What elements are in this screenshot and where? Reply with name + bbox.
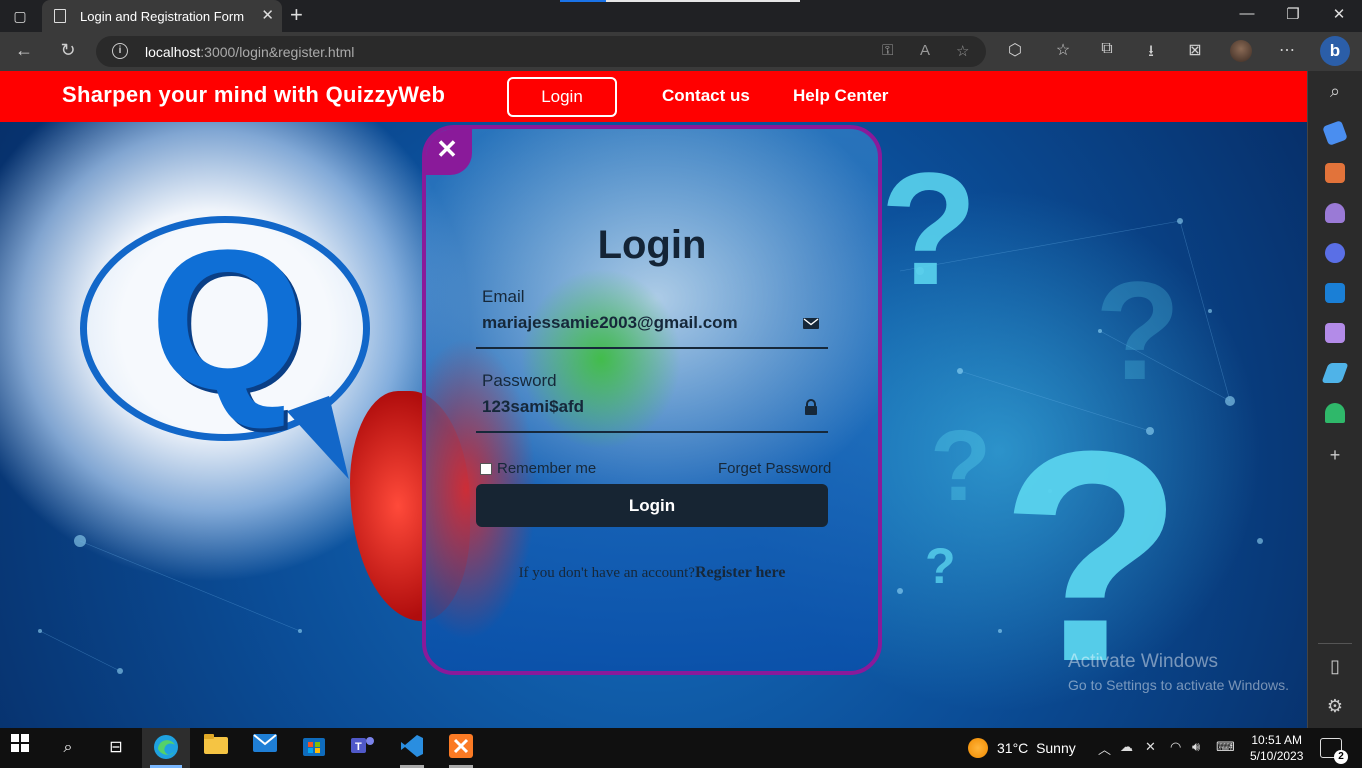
password-field[interactable]: Password bbox=[476, 371, 828, 433]
page-icon bbox=[54, 9, 66, 23]
outlook-icon[interactable] bbox=[1325, 283, 1345, 303]
register-prompt-text: If you don't have an account? bbox=[518, 565, 695, 581]
password-input[interactable] bbox=[482, 395, 792, 419]
close-window-icon[interactable]: ✕ bbox=[1316, 5, 1362, 23]
activation-watermark-subtitle: Go to Settings to activate Windows. bbox=[1068, 677, 1289, 693]
sidebar-divider bbox=[1318, 643, 1352, 644]
site-brand[interactable]: Sharpen your mind with QuizzyWeb bbox=[62, 82, 445, 108]
question-mark-graphic: ? bbox=[925, 538, 956, 594]
vscode-app-icon[interactable] bbox=[398, 734, 426, 762]
register-link[interactable]: Register here bbox=[695, 564, 785, 581]
forget-password-link[interactable]: Forget Password bbox=[718, 460, 831, 477]
edge-sidebar: ⌕ + ▯ ⚙ bbox=[1307, 71, 1362, 728]
site-info-icon[interactable]: i bbox=[112, 43, 128, 59]
store-app-icon[interactable] bbox=[300, 734, 328, 762]
mail-app-icon[interactable] bbox=[251, 734, 279, 762]
clock-date: 5/10/2023 bbox=[1250, 749, 1304, 763]
mail-icon bbox=[803, 318, 819, 329]
remember-me-checkbox[interactable]: Remember me bbox=[480, 460, 596, 477]
office-icon[interactable] bbox=[1325, 243, 1345, 263]
windows-taskbar: ⌕ ⊟ T 31°C Sunny ︿ ☁ ✕ ◠ 🔊︎ ⌨ 10:51 AM 5… bbox=[0, 728, 1362, 768]
sun-weather-icon[interactable] bbox=[968, 738, 988, 758]
volume-icon[interactable]: 🔊︎ bbox=[1192, 739, 1200, 755]
add-icon[interactable]: + bbox=[1324, 445, 1346, 466]
notification-count: 2 bbox=[1334, 750, 1348, 764]
activation-watermark-title: Activate Windows bbox=[1068, 651, 1218, 672]
input-method-icon[interactable]: ✕ bbox=[1145, 739, 1156, 755]
teams-app-icon[interactable]: T bbox=[349, 734, 377, 762]
nav-help-link[interactable]: Help Center bbox=[793, 86, 888, 106]
onedrive-icon[interactable]: ☁ bbox=[1120, 739, 1133, 755]
weather-widget[interactable]: 31°C Sunny bbox=[997, 740, 1076, 756]
address-bar[interactable]: i localhost:3000/login&register.html ⚿ A… bbox=[96, 36, 986, 67]
profile-avatar[interactable] bbox=[1230, 40, 1252, 62]
tools-icon[interactable] bbox=[1325, 163, 1345, 183]
send-icon[interactable] bbox=[1321, 363, 1349, 383]
nav-contact-link[interactable]: Contact us bbox=[662, 86, 750, 106]
q-letter-graphic: Q bbox=[150, 209, 306, 432]
site-navbar: Sharpen your mind with QuizzyWeb Login C… bbox=[0, 71, 1307, 122]
games-icon[interactable] bbox=[1325, 203, 1345, 223]
browser-titlebar: ▢ Login and Registration Form ✕ + — ❐ ✕ bbox=[0, 0, 1362, 32]
downloads-icon[interactable]: ⭳ bbox=[1140, 40, 1162, 67]
keyboard-icon[interactable]: ⌨ bbox=[1216, 739, 1235, 755]
email-input[interactable] bbox=[482, 311, 792, 335]
designer-icon[interactable] bbox=[1325, 323, 1345, 343]
favorites-icon[interactable]: ☆ bbox=[1052, 40, 1074, 60]
xampp-app-icon[interactable] bbox=[447, 734, 475, 762]
add-favorite-icon[interactable]: ☆ bbox=[956, 42, 969, 60]
lock-icon bbox=[805, 399, 817, 415]
shopping-icon[interactable] bbox=[1322, 120, 1348, 146]
file-explorer-icon[interactable] bbox=[202, 734, 230, 762]
collections-icon[interactable]: ⧉ bbox=[1096, 40, 1118, 58]
svg-text:T: T bbox=[355, 741, 362, 753]
tree-icon[interactable] bbox=[1325, 403, 1345, 423]
tray-chevron-icon[interactable]: ︿ bbox=[1098, 739, 1111, 758]
close-tab-icon[interactable]: ✕ bbox=[261, 6, 274, 24]
extensions-icon[interactable]: ⬡ bbox=[1004, 40, 1026, 60]
math-solver-icon[interactable]: ⊠ bbox=[1184, 40, 1206, 60]
search-icon[interactable]: ⌕ bbox=[1324, 81, 1346, 102]
read-aloud-icon[interactable]: A bbox=[920, 42, 930, 59]
bing-icon[interactable]: b bbox=[1320, 36, 1350, 66]
back-icon[interactable]: ← bbox=[12, 40, 36, 61]
settings-gear-icon[interactable]: ⚙ bbox=[1324, 696, 1346, 717]
new-tab-icon[interactable]: + bbox=[290, 2, 303, 28]
question-mark-graphic: ? bbox=[930, 410, 992, 522]
task-view-icon[interactable]: ⊟ bbox=[102, 734, 130, 762]
key-icon[interactable]: ⚿ bbox=[882, 42, 893, 59]
email-field[interactable]: Email bbox=[476, 287, 828, 349]
login-submit-button[interactable]: Login bbox=[476, 484, 828, 527]
login-title: Login bbox=[597, 223, 707, 267]
login-card: ✕ Login Email Password Remember me Forge… bbox=[422, 125, 882, 675]
notification-center-icon[interactable]: 2 bbox=[1320, 738, 1348, 764]
email-label: Email bbox=[482, 287, 525, 306]
minimize-icon[interactable]: — bbox=[1224, 5, 1270, 22]
close-form-button[interactable]: ✕ bbox=[426, 129, 472, 175]
browser-toolbar: ← ↻ i localhost:3000/login&register.html… bbox=[0, 32, 1362, 71]
browser-tab[interactable]: Login and Registration Form ✕ bbox=[42, 0, 282, 32]
url-text: localhost:3000/login&register.html bbox=[145, 44, 355, 60]
search-icon[interactable]: ⌕ bbox=[54, 734, 82, 762]
restore-icon[interactable]: ❐ bbox=[1270, 5, 1316, 23]
password-label: Password bbox=[482, 371, 557, 390]
remember-me-label: Remember me bbox=[497, 460, 597, 477]
window-strip bbox=[560, 0, 800, 2]
question-mark-graphic: ? bbox=[1095, 252, 1181, 409]
nav-login-button[interactable]: Login bbox=[507, 77, 617, 117]
clock-time: 10:51 AM bbox=[1251, 733, 1303, 747]
clock[interactable]: 10:51 AM 5/10/2023 bbox=[1250, 732, 1303, 764]
windows-start-icon[interactable] bbox=[6, 734, 34, 762]
tab-title: Login and Registration Form bbox=[80, 9, 245, 24]
register-prompt: If you don't have an account?Register he… bbox=[426, 564, 878, 582]
sidebar-layout-icon[interactable]: ▯ bbox=[1324, 656, 1346, 677]
more-menu-icon[interactable]: ⋯ bbox=[1276, 40, 1298, 60]
checkbox-box[interactable] bbox=[480, 462, 492, 475]
question-mark-graphic: ? bbox=[880, 139, 978, 318]
refresh-icon[interactable]: ↻ bbox=[56, 40, 80, 61]
page-viewport: Q ? ? ? ? ? Sharpen your mind with Quizz… bbox=[0, 71, 1307, 728]
wifi-icon[interactable]: ◠ bbox=[1170, 739, 1181, 755]
edge-app-icon[interactable] bbox=[152, 734, 180, 762]
tab-actions-icon[interactable]: ▢ bbox=[8, 4, 32, 28]
